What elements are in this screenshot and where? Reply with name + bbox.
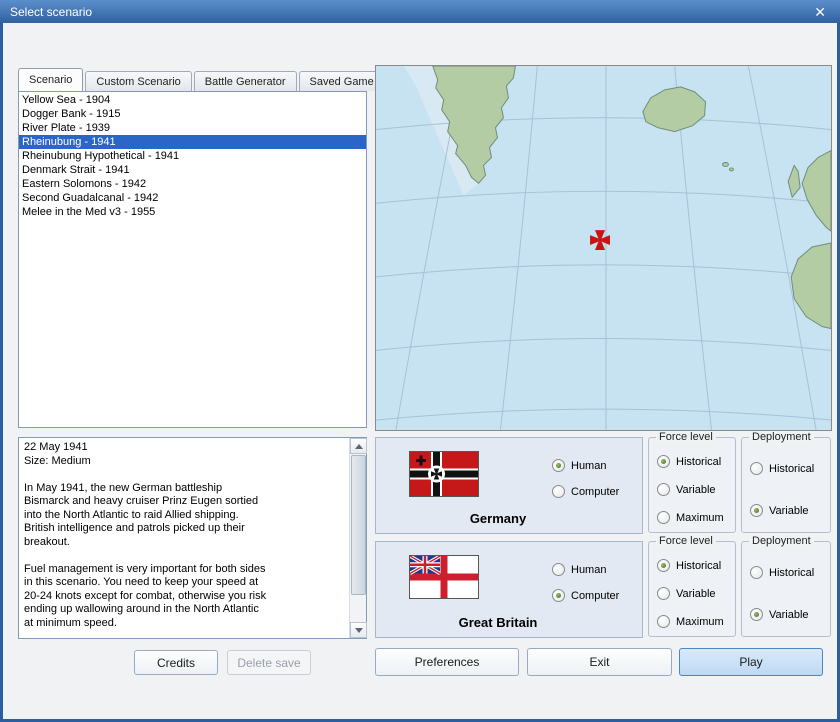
radio-label: Maximum [676,512,724,524]
radio-britain-computer[interactable] [552,589,565,602]
germany-flag [409,451,479,497]
radio-label: Variable [676,484,716,496]
list-item[interactable]: Denmark Strait - 1941 [19,163,366,177]
radio-germany-deploy-variable[interactable] [750,504,763,517]
scenario-map [375,65,832,431]
radio-label: Variable [769,505,809,517]
germany-panel: Germany Human Computer [375,437,643,534]
scroll-up-icon [355,444,363,449]
britain-force-level-group: Force level Historical Variable Maximum [648,541,736,637]
radio-britain-human[interactable] [552,563,565,576]
radio-britain-force-historical[interactable] [657,559,670,572]
tab-scenario[interactable]: Scenario [18,68,83,91]
radio-germany-force-variable[interactable] [657,483,670,496]
scrollbar-thumb[interactable] [351,455,366,595]
credits-button[interactable]: Credits [134,650,218,675]
radio-germany-human[interactable] [552,459,565,472]
delete-save-button: Delete save [227,650,311,675]
group-title: Force level [656,535,716,547]
list-item[interactable]: Dogger Bank - 1915 [19,107,366,121]
scenario-list: Yellow Sea - 1904 Dogger Bank - 1915 Riv… [18,91,367,428]
list-item[interactable]: Second Guadalcanal - 1942 [19,191,366,205]
radio-germany-deploy-historical[interactable] [750,462,763,475]
side-name: Great Britain [398,615,598,630]
dialog-body: Scenario Custom Scenario Battle Generato… [3,23,837,719]
list-item[interactable]: River Plate - 1939 [19,121,366,135]
radio-label: Human [571,564,606,576]
radio-label: Maximum [676,616,724,628]
scenario-description-box: 22 May 1941 Size: Medium In May 1941, th… [18,437,367,639]
scroll-up-button[interactable] [350,438,367,454]
great-britain-flag [409,555,479,599]
radio-britain-force-variable[interactable] [657,587,670,600]
great-britain-panel: Great Britain Human Computer [375,541,643,638]
side-name: Germany [398,511,598,526]
radio-label: Human [571,460,606,472]
tab-saved-game[interactable]: Saved Game [299,71,385,91]
list-item[interactable]: Rheinubung Hypothetical - 1941 [19,149,366,163]
radio-label: Variable [676,588,716,600]
group-title: Force level [656,431,716,443]
scroll-down-button[interactable] [350,622,367,638]
window-title: Select scenario [10,5,92,19]
radio-germany-computer[interactable] [552,485,565,498]
select-scenario-dialog: Select scenario ✕ Scenario Custom Scenar… [0,0,840,722]
radio-label: Historical [769,567,814,579]
list-item[interactable]: Eastern Solomons - 1942 [19,177,366,191]
scroll-down-icon [355,628,363,633]
tab-custom-scenario[interactable]: Custom Scenario [85,71,191,91]
scenario-tabs: Scenario Custom Scenario Battle Generato… [18,68,387,91]
north-atlantic-map [376,66,831,430]
exit-button[interactable]: Exit [527,648,672,676]
britain-deployment-group: Deployment Historical Variable [741,541,831,637]
scenario-description: 22 May 1941 Size: Medium In May 1941, th… [19,438,348,638]
radio-germany-force-historical[interactable] [657,455,670,468]
radio-britain-deploy-variable[interactable] [750,608,763,621]
radio-britain-deploy-historical[interactable] [750,566,763,579]
radio-label: Historical [769,463,814,475]
list-item[interactable]: Yellow Sea - 1904 [19,93,366,107]
group-title: Deployment [749,431,814,443]
group-title: Deployment [749,535,814,547]
germany-force-level-group: Force level Historical Variable Maximum [648,437,736,533]
list-item[interactable]: Melee in the Med v3 - 1955 [19,205,366,219]
radio-label: Computer [571,486,619,498]
radio-label: Variable [769,609,809,621]
title-bar: Select scenario ✕ [0,0,840,23]
description-scrollbar[interactable] [349,438,366,638]
play-button[interactable]: Play [679,648,823,676]
preferences-button[interactable]: Preferences [375,648,519,676]
radio-germany-force-maximum[interactable] [657,511,670,524]
radio-label: Historical [676,560,721,572]
tab-battle-generator[interactable]: Battle Generator [194,71,297,91]
germany-deployment-group: Deployment Historical Variable [741,437,831,533]
radio-britain-force-maximum[interactable] [657,615,670,628]
radio-label: Historical [676,456,721,468]
close-icon[interactable]: ✕ [810,5,830,19]
list-item-selected[interactable]: Rheinubung - 1941 [19,135,366,149]
radio-label: Computer [571,590,619,602]
